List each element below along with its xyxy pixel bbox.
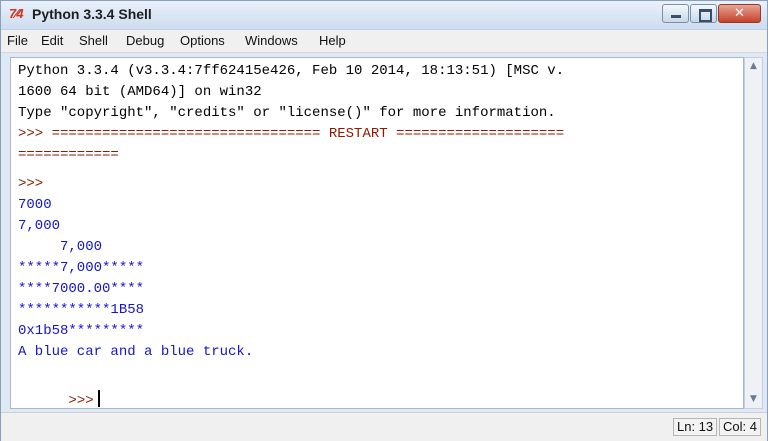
line-number-indicator: Ln: 13	[673, 418, 718, 436]
window-title: Python 3.3.4 Shell	[32, 6, 152, 22]
shell-line: ============	[18, 147, 119, 163]
maximize-icon	[699, 9, 712, 22]
shell-line: >>>	[18, 176, 44, 192]
maximize-button[interactable]	[690, 4, 717, 23]
shell-text-area[interactable]: Python 3.3.4 (v3.3.4:7ff62415e426, Feb 1…	[10, 57, 744, 409]
output-line: A blue car and a blue truck.	[18, 344, 254, 360]
text-cursor	[97, 390, 100, 407]
menu-bar: File Edit Shell Debug Options Windows He…	[1, 30, 767, 53]
column-number-indicator: Col: 4	[719, 418, 761, 436]
close-icon: ✕	[734, 6, 745, 21]
scroll-down-icon[interactable]: ▼	[745, 391, 762, 408]
idle-shell-window: 7⁄4 Python 3.3.4 Shell ✕ File Edit Shell…	[0, 0, 768, 441]
minimize-button[interactable]	[662, 4, 689, 23]
shell-line: 1600 64 bit (AMD64)] on win32	[18, 84, 262, 100]
close-button[interactable]: ✕	[718, 4, 761, 23]
idle-icon: 7⁄4	[9, 6, 24, 21]
menu-shell[interactable]: Shell	[79, 33, 108, 48]
menu-edit[interactable]: Edit	[41, 33, 63, 48]
scroll-up-icon[interactable]: ▲	[745, 58, 762, 75]
output-line: ****7000.00****	[18, 281, 145, 297]
menu-file[interactable]: File	[7, 33, 28, 48]
output-line: 7,000	[18, 239, 103, 255]
input-prompt[interactable]: >>>	[18, 370, 100, 409]
output-line: 7,000	[18, 218, 61, 234]
window-controls: ✕	[661, 4, 761, 24]
menu-options[interactable]: Options	[180, 33, 225, 48]
title-bar[interactable]: 7⁄4 Python 3.3.4 Shell ✕	[1, 1, 767, 30]
minimize-icon	[671, 15, 681, 18]
vertical-scrollbar[interactable]: ▲ ▼	[744, 57, 763, 409]
status-bar: Ln: 13 Col: 4	[1, 412, 767, 441]
output-line: *****7,000*****	[18, 260, 145, 276]
output-line: 7000	[18, 197, 52, 213]
prompt-text: >>>	[68, 393, 94, 409]
menu-windows[interactable]: Windows	[245, 33, 298, 48]
shell-line: >>> ================================ RES…	[18, 126, 565, 142]
output-line: ***********1B58	[18, 302, 145, 318]
output-line: 0x1b58*********	[18, 323, 145, 339]
menu-debug[interactable]: Debug	[126, 33, 164, 48]
shell-line: Python 3.3.4 (v3.3.4:7ff62415e426, Feb 1…	[18, 63, 565, 79]
menu-help[interactable]: Help	[319, 33, 346, 48]
shell-line: Type "copyright", "credits" or "license(…	[18, 105, 556, 121]
